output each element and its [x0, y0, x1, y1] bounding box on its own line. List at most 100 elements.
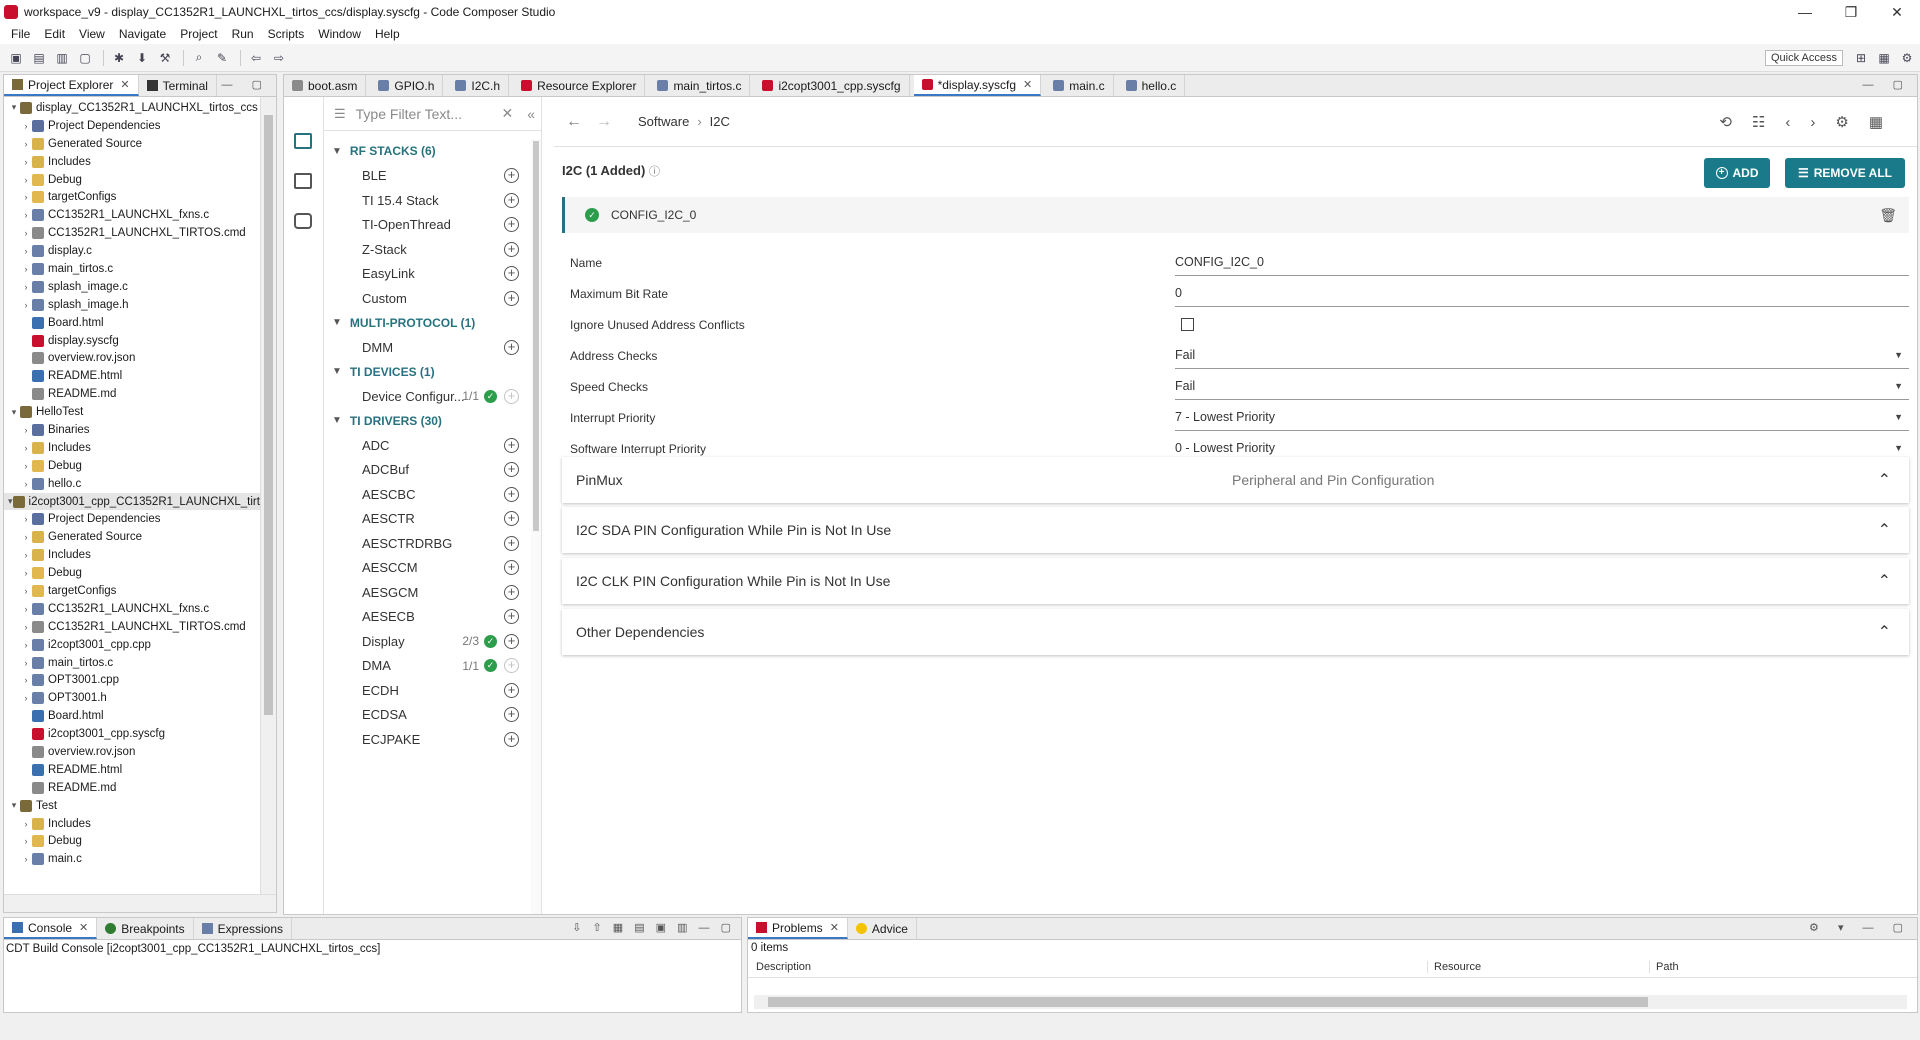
editor-tab[interactable]: hello.c [1117, 75, 1186, 96]
menu-help[interactable]: Help [368, 27, 407, 41]
module-item[interactable]: ECJPAKE + [324, 727, 531, 752]
add-circle-icon[interactable]: + [504, 682, 519, 698]
terminal-icon[interactable]: ▢ [75, 49, 95, 67]
add-circle-icon[interactable]: + [504, 609, 519, 625]
chevron-right-icon[interactable]: › [20, 622, 32, 632]
chevron-down-icon[interactable]: ▼ [332, 415, 342, 426]
debug-icon[interactable]: ✱ [109, 49, 129, 67]
tree-item[interactable]: › splash_image.h [4, 296, 260, 314]
menu-scripts[interactable]: Scripts [261, 27, 312, 41]
accordion-section[interactable]: PinMux Peripheral and Pin Configuration ⌃ [562, 457, 1909, 503]
chevron-right-icon[interactable]: › [20, 282, 32, 292]
editor-tab[interactable]: main.c [1045, 75, 1114, 96]
chevron-right-icon[interactable]: › [20, 139, 32, 149]
module-item[interactable]: Device Configur... 1/1 ✓ + [324, 384, 531, 409]
chevron-right-icon[interactable]: › [20, 246, 32, 256]
back-arrow-icon[interactable]: ⇦ [246, 49, 266, 67]
tree-item[interactable]: › CC1352R1_LAUNCHXL_fxns.c [4, 206, 260, 224]
add-circle-icon[interactable]: + [504, 266, 519, 282]
problems-horizontal-scrollbar[interactable] [754, 995, 1907, 1009]
open-perspective-icon[interactable]: ⊞ [1851, 49, 1871, 67]
module-item[interactable]: AESCTRDRBG + [324, 531, 531, 556]
tab-problems[interactable]: Problems ✕ [748, 918, 848, 939]
chevron-down-icon[interactable]: ▾ [8, 407, 20, 418]
view-minmax-controls[interactable]: — ▢ [222, 78, 270, 91]
module-item[interactable]: DMM + [324, 335, 531, 360]
forward-arrow-icon[interactable]: ⇨ [269, 49, 289, 67]
pin-icon[interactable]: ✎ [212, 49, 232, 67]
remove-all-button[interactable]: ☰ REMOVE ALL [1785, 158, 1905, 188]
close-icon[interactable]: ✕ [830, 921, 839, 934]
tree-item[interactable]: overview.rov.json [4, 349, 260, 367]
tree-item[interactable]: i2copt3001_cpp.syscfg [4, 725, 260, 743]
chevron-down-icon[interactable]: ▼ [332, 366, 342, 377]
view-minmax-controls[interactable]: ⚙ ▾ — ▢ [1809, 921, 1911, 934]
editor-tab[interactable]: boot.asm [284, 75, 367, 96]
edit-perspective-icon[interactable]: ▦ [1874, 49, 1894, 67]
chevron-down-icon[interactable]: ▾ [8, 800, 20, 811]
module-filter[interactable]: ☰ Type Filter Text... ✕ « [324, 97, 541, 131]
column-path[interactable]: Path [1650, 961, 1679, 973]
minimize-icon[interactable]: — [1782, 4, 1828, 20]
module-item[interactable]: TI-OpenThread + [324, 213, 531, 238]
add-circle-icon[interactable]: + [504, 339, 519, 355]
module-item[interactable]: AESCTR + [324, 507, 531, 532]
tree-item[interactable]: › OPT3001.cpp [4, 672, 260, 690]
chevron-right-icon[interactable]: › [20, 461, 32, 471]
tree-item[interactable]: › Includes [4, 546, 260, 564]
search-icon[interactable]: ⌕ [189, 49, 209, 67]
tab-expressions[interactable]: Expressions [193, 918, 292, 939]
collapse-panel-icon[interactable]: « [527, 106, 535, 122]
breadcrumb-software[interactable]: Software [638, 114, 689, 129]
accordion-section[interactable]: I2C SDA PIN Configuration While Pin is N… [562, 507, 1909, 553]
tree-item[interactable]: Board.html [4, 314, 260, 332]
tree-item[interactable]: › Includes [4, 153, 260, 171]
editor-tab[interactable]: I2C.h [447, 75, 510, 96]
tree-item[interactable]: › Generated Source [4, 135, 260, 153]
chevron-right-icon[interactable]: › [20, 479, 32, 489]
close-icon[interactable]: ✕ [79, 921, 88, 934]
filter-input[interactable]: Type Filter Text... [356, 106, 502, 122]
module-item[interactable]: AESCBC + [324, 482, 531, 507]
field-select[interactable]: 7 - Lowest Priority ▼ [1175, 404, 1909, 431]
back-arrow-icon[interactable]: ← [566, 113, 582, 131]
chevron-right-icon[interactable]: › [20, 192, 32, 202]
tree-item[interactable]: › targetConfigs [4, 582, 260, 600]
tree-item[interactable]: display.syscfg [4, 332, 260, 350]
close-icon[interactable]: ✕ [120, 78, 129, 91]
help-icon[interactable]: ⓘ [649, 166, 660, 178]
chevron-up-icon[interactable]: ⌃ [1878, 571, 1891, 591]
tab-breakpoints[interactable]: Breakpoints [97, 918, 194, 939]
field-input[interactable]: 0 [1175, 280, 1909, 307]
tree-item[interactable]: › main.c [4, 850, 260, 868]
tree-item[interactable]: › CC1352R1_LAUNCHXL_TIRTOS.cmd [4, 618, 260, 636]
editor-tab[interactable]: main_tirtos.c [649, 75, 751, 96]
module-item[interactable]: ADCBuf + [324, 458, 531, 483]
scrollbar-thumb[interactable] [768, 997, 1648, 1007]
tree-item[interactable]: › Includes [4, 439, 260, 457]
add-circle-icon[interactable]: + [504, 584, 519, 600]
debug-perspective-icon[interactable]: ⚙ [1897, 49, 1917, 67]
editor-tab[interactable]: i2copt3001_cpp.syscfg [754, 75, 910, 96]
chevron-down-icon[interactable]: ▾ [8, 496, 13, 507]
flash-icon[interactable]: ⬇ [132, 49, 152, 67]
build-icon[interactable]: ⚒ [155, 49, 175, 67]
chevron-up-icon[interactable]: ⌃ [1878, 520, 1891, 540]
tree-item[interactable]: › targetConfigs [4, 188, 260, 206]
field-input[interactable]: CONFIG_I2C_0 [1175, 249, 1909, 276]
add-circle-icon[interactable]: + [504, 437, 519, 453]
tree-item[interactable]: › hello.c [4, 475, 260, 493]
add-circle-icon[interactable]: + [504, 168, 519, 184]
history-icon[interactable]: ⟲ [1719, 114, 1752, 131]
add-circle-icon[interactable]: + [504, 462, 519, 478]
chevron-right-icon[interactable]: › [20, 121, 32, 131]
chevron-right-icon[interactable]: › [20, 532, 32, 542]
tree-item[interactable]: › splash_image.c [4, 278, 260, 296]
accordion-section[interactable]: Other Dependencies ⌃ [562, 609, 1909, 655]
module-item[interactable]: AESGCM + [324, 580, 531, 605]
module-category[interactable]: ▼ RF STACKS (6) [324, 139, 531, 164]
tree-item[interactable]: README.md [4, 779, 260, 797]
module-item[interactable]: EasyLink + [324, 262, 531, 287]
tree-item[interactable]: README.md [4, 385, 260, 403]
tree-item[interactable]: › display.c [4, 242, 260, 260]
